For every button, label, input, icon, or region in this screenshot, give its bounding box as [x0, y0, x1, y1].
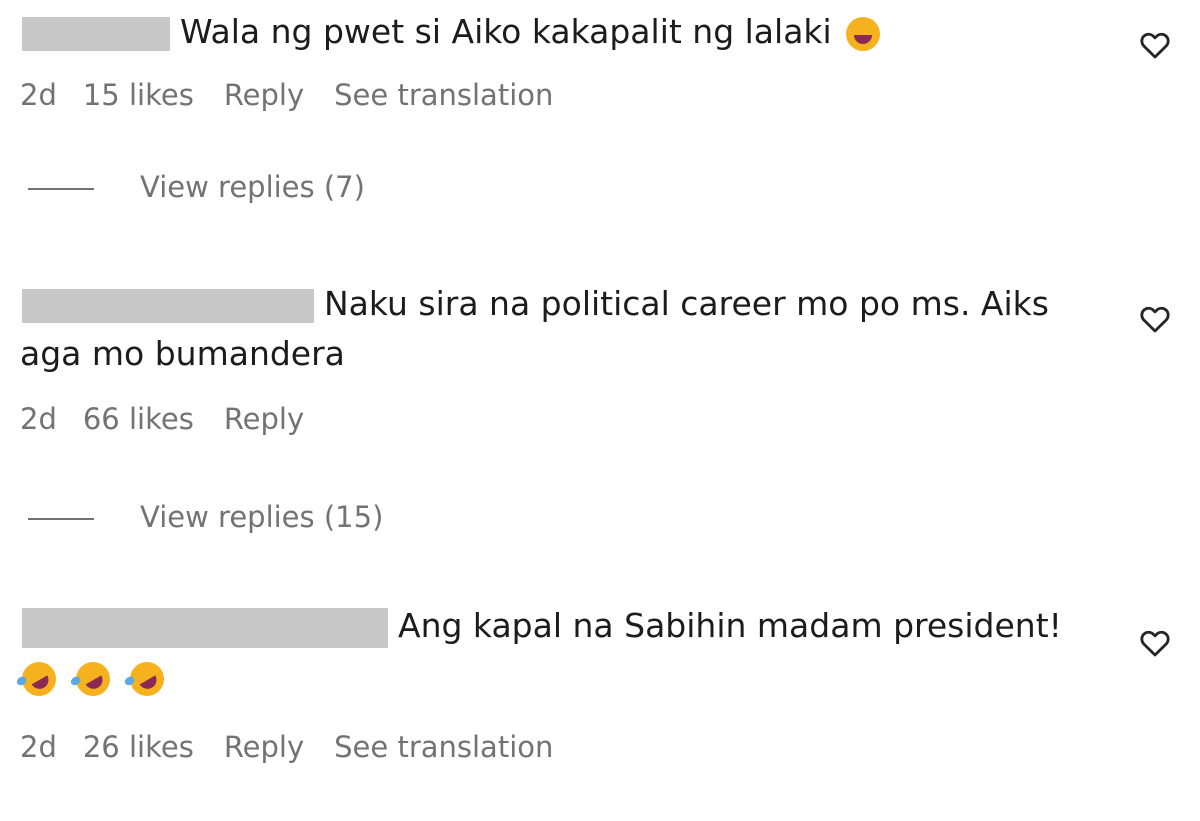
heart-icon[interactable]	[1138, 302, 1172, 336]
comment-1-reply-button[interactable]: Reply	[224, 78, 304, 112]
comment-2-reply-button[interactable]: Reply	[224, 402, 304, 436]
replies-divider-line	[28, 188, 94, 190]
comment-1: Wala ng pwet si Aiko kakapalit ng lalaki	[22, 4, 881, 60]
comment-3-see-translation[interactable]: See translation	[334, 730, 553, 764]
comment-3-emojis	[15, 655, 184, 703]
view-replies-label[interactable]: View replies (7)	[140, 170, 365, 204]
rofl-emoji-icon	[123, 655, 171, 703]
laughing-emoji-icon	[846, 16, 881, 51]
comment-1-view-replies[interactable]: View replies (7)	[28, 170, 365, 204]
comment-2-line1: Naku sira na political career mo po ms. …	[22, 276, 1049, 332]
rofl-emoji-icon	[69, 655, 117, 703]
view-replies-label[interactable]: View replies (15)	[140, 500, 383, 534]
comment-2-likes[interactable]: 66 likes	[83, 402, 194, 436]
replies-divider-line	[28, 518, 94, 520]
comment-3-text: Ang kapal na Sabihin madam president!	[398, 606, 1062, 645]
comment-2-meta: 2d 66 likes Reply	[20, 402, 334, 436]
comment-1-time: 2d	[20, 78, 57, 112]
comment-1-text: Wala ng pwet si Aiko kakapalit ng lalaki	[180, 12, 832, 51]
comment-2-text-line2: aga mo bumandera	[20, 334, 345, 373]
redacted-username-2	[22, 288, 314, 323]
comment-1-meta: 2d 15 likes Reply See translation	[20, 78, 583, 112]
comment-3: Ang kapal na Sabihin madam president!	[22, 598, 1062, 654]
comments-section: Wala ng pwet si Aiko kakapalit ng lalaki…	[0, 0, 1200, 821]
comment-2-view-replies[interactable]: View replies (15)	[28, 500, 383, 534]
redacted-username-1	[22, 16, 170, 51]
comment-3-likes[interactable]: 26 likes	[83, 730, 194, 764]
heart-icon[interactable]	[1138, 626, 1172, 660]
redacted-username-3	[22, 607, 388, 648]
comment-3-reply-button[interactable]: Reply	[224, 730, 304, 764]
heart-icon[interactable]	[1138, 28, 1172, 62]
comment-3-meta: 2d 26 likes Reply See translation	[20, 730, 583, 764]
rofl-emoji-icon	[15, 655, 63, 703]
comment-2-time: 2d	[20, 402, 57, 436]
comment-1-likes[interactable]: 15 likes	[83, 78, 194, 112]
comment-3-time: 2d	[20, 730, 57, 764]
comment-2-line2: aga mo bumandera	[20, 326, 345, 382]
comment-2-text-line1: Naku sira na political career mo po ms. …	[324, 284, 1049, 323]
comment-1-see-translation[interactable]: See translation	[334, 78, 553, 112]
